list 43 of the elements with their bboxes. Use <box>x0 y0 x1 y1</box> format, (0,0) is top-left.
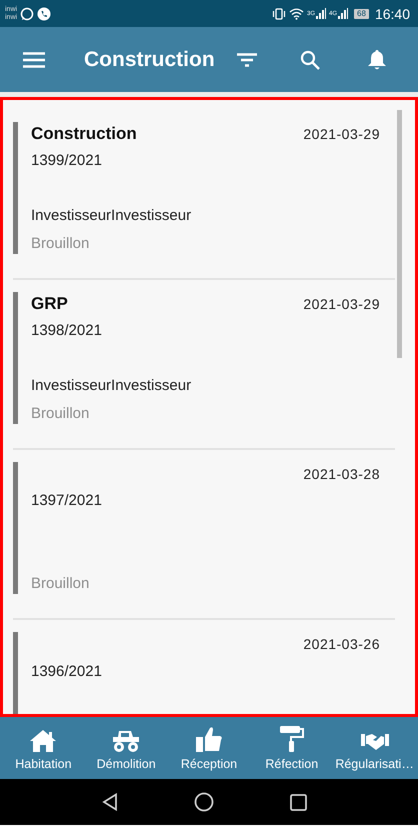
status-label: Brouillon <box>31 234 90 254</box>
record-number: 1397/2021 <box>31 491 103 512</box>
recents-icon[interactable] <box>290 794 306 810</box>
thumbs-up-icon <box>194 725 223 753</box>
record-title: GRP <box>31 294 68 314</box>
battery-indicator: 68 <box>354 8 369 18</box>
nav-tab[interactable]: Réfection <box>250 717 334 779</box>
record-card[interactable]: GRP 2021-03-29 1398/2021 InvestisseurInvestisseur Brouillon <box>13 280 395 450</box>
signal-icon <box>338 8 348 19</box>
record-number: 1399/2021 <box>31 151 103 171</box>
nav-tab[interactable]: Habitation <box>2 717 85 779</box>
record-date: 2021-03-29 <box>303 126 380 142</box>
bell-icon[interactable] <box>367 48 387 70</box>
status-label: Brouillon <box>31 574 90 594</box>
record-card[interactable]: 2021-03-28 1397/2021 Brouillon <box>13 450 395 620</box>
handshake-icon <box>360 731 390 753</box>
record-number: 1396/2021 <box>31 662 103 682</box>
record-date: 2021-03-26 <box>303 636 380 652</box>
signal-icon <box>316 8 326 19</box>
record-date: 2021-03-29 <box>303 296 380 312</box>
wifi-icon <box>289 8 304 20</box>
status-label: Brouillon <box>31 404 90 424</box>
nav-tab[interactable]: Démolition <box>84 717 168 779</box>
paint-roller-icon <box>278 725 305 753</box>
nav-tab[interactable]: Régularisati… <box>333 717 416 779</box>
menu-icon[interactable] <box>23 52 45 68</box>
search-icon[interactable] <box>300 50 320 70</box>
phone-icon <box>37 6 52 20</box>
vibrate-icon <box>272 8 286 20</box>
record-card[interactable]: Construction 2021-03-29 1399/2021 InvestisseurInvestisseur Brouillon <box>13 110 395 280</box>
app-title: Construction <box>84 48 216 72</box>
truck-icon <box>111 729 142 753</box>
investor-name: InvestisseurInvestisseur <box>31 376 192 396</box>
filter-icon[interactable] <box>237 52 257 66</box>
house-icon <box>29 729 58 753</box>
investor-name: InvestisseurInvestisseur <box>31 206 192 226</box>
record-date: 2021-03-28 <box>303 466 380 482</box>
clock: 16:40 <box>374 6 410 22</box>
back-icon[interactable] <box>102 793 118 811</box>
record-title: Construction <box>31 124 137 144</box>
nav-tab[interactable]: Réception <box>168 717 250 779</box>
home-icon[interactable] <box>194 792 214 812</box>
record-number: 1398/2021 <box>31 321 103 341</box>
